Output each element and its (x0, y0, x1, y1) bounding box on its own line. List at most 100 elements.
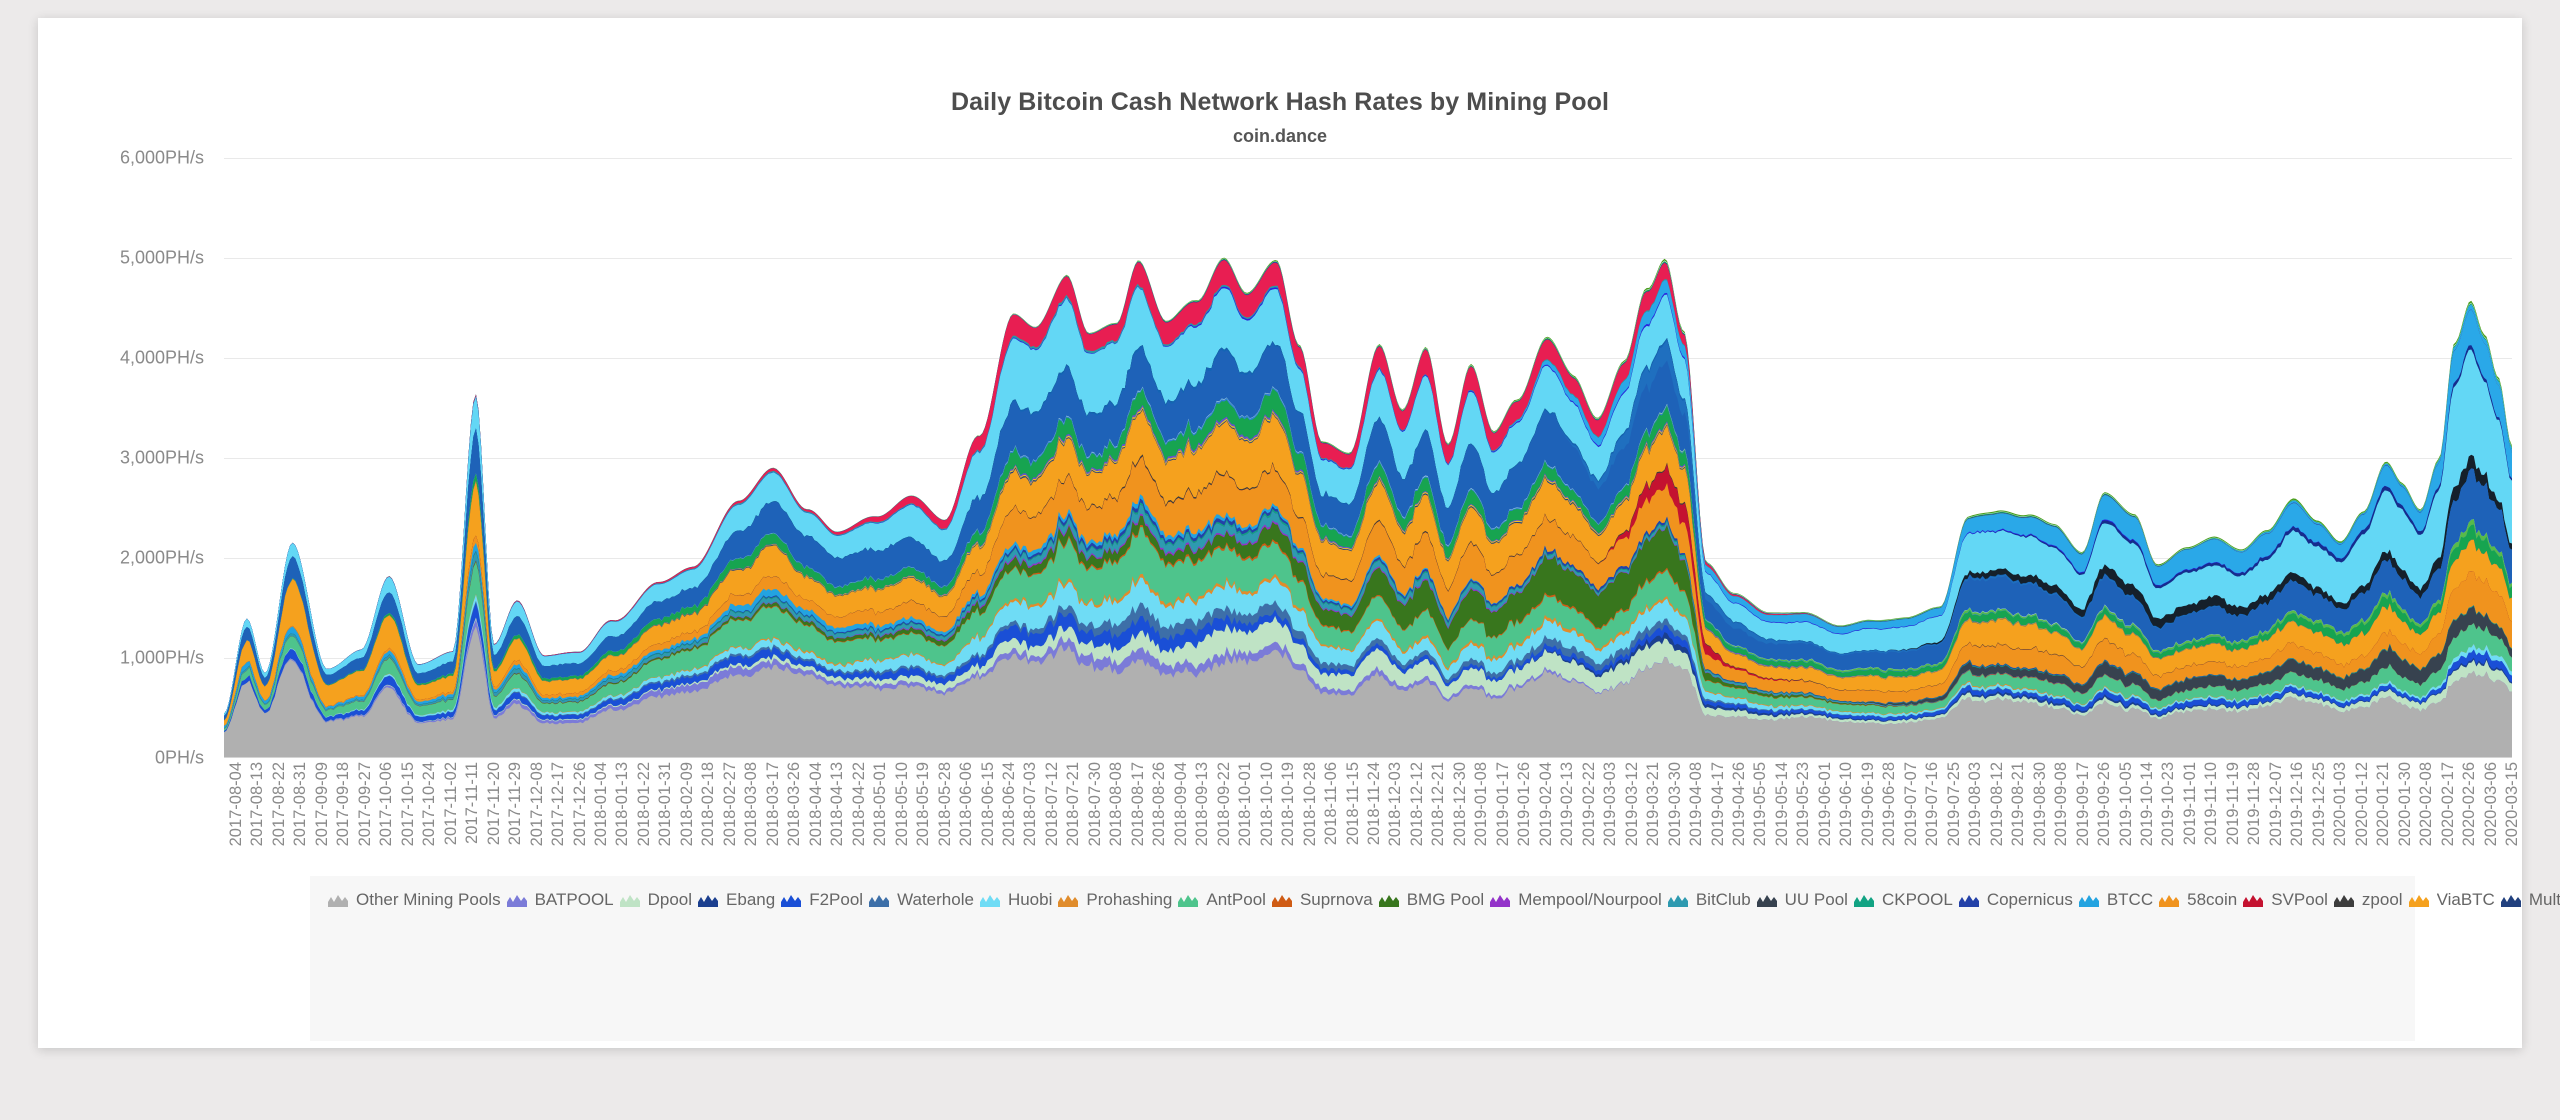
legend-item[interactable]: Prohashing (1052, 886, 1172, 914)
stacked-area-chart[interactable] (224, 158, 2512, 758)
x-axis-tick-label: 2018-12-30 (1450, 762, 1469, 847)
legend-item-label: Prohashing (1086, 890, 1173, 909)
screenshot-root: Daily Bitcoin Cash Network Hash Rates by… (0, 0, 2560, 1120)
legend-item[interactable]: Other Mining Pools (322, 886, 501, 914)
legend-item-label: SVPool (2271, 890, 2328, 909)
legend-series-icon (1958, 894, 1979, 907)
legend-series-icon (979, 894, 1000, 907)
x-axis-tick-label: 2019-06-01 (1815, 762, 1834, 847)
y-axis-tick-label: 2,000PH/s (119, 547, 204, 568)
legend-item[interactable]: BTCC (2073, 886, 2153, 914)
legend-series-icon (781, 894, 802, 907)
legend-item[interactable]: 58coin (2153, 886, 2237, 914)
x-axis-tick-label: 2018-10-19 (1279, 762, 1298, 847)
x-axis-tick-label: 2018-08-08 (1107, 762, 1126, 847)
legend-item[interactable]: Copernicus (1953, 886, 2073, 914)
x-axis-tick-label: 2019-01-17 (1493, 762, 1512, 847)
legend-item-label: Copernicus (1986, 890, 2073, 909)
x-axis-tick-label: 2019-12-16 (2288, 762, 2307, 847)
legend-series-icon (1378, 894, 1399, 907)
legend-item-label: BATPOOL (534, 890, 614, 909)
legend-item[interactable]: Ebang (692, 886, 775, 914)
legend-item[interactable]: BitClub (1662, 886, 1751, 914)
legend-item-label: Dpool (647, 890, 693, 909)
x-axis-tick-label: 2017-08-13 (248, 762, 267, 847)
legend-item[interactable]: F2Pool (775, 886, 863, 914)
legend-item[interactable]: ViaBTC (2403, 886, 2495, 914)
x-axis-tick-label: 2018-12-12 (1407, 762, 1426, 847)
x-axis-tick-label: 2019-03-30 (1665, 762, 1684, 847)
x-axis-tick-label: 2019-12-07 (2266, 762, 2285, 847)
x-axis-tick-label: 2020-01-30 (2395, 762, 2414, 847)
legend-item[interactable]: zpool (2328, 886, 2403, 914)
legend-item[interactable]: Dpool (614, 886, 692, 914)
plot-area (224, 158, 2512, 758)
x-axis-tick-label: 2019-01-26 (1515, 762, 1534, 847)
x-axis-tick-label: 2018-06-24 (999, 762, 1018, 847)
x-axis-tick-label: 2018-05-28 (935, 762, 954, 847)
legend-series-icon (506, 894, 527, 907)
legend-item-label: Mempool/Nourpool (1518, 890, 1662, 909)
y-axis-tick-label: 5,000PH/s (119, 247, 204, 268)
x-axis-tick-label: 2017-11-02 (441, 762, 460, 846)
x-axis-tick-label: 2019-08-30 (2030, 762, 2049, 847)
x-axis-tick-label: 2019-12-25 (2309, 762, 2328, 847)
x-axis-tick-label: 2018-12-03 (1386, 762, 1405, 847)
legend-item[interactable]: Mempool/Nourpool (1484, 886, 1662, 914)
x-axis-tick-label: 2019-07-16 (1923, 762, 1942, 847)
legend-series-icon (2243, 894, 2264, 907)
x-axis-tick-label: 2020-03-15 (2503, 762, 2521, 847)
x-axis-tick-label: 2017-10-24 (420, 762, 439, 847)
legend-item[interactable]: CKPOOL (1848, 886, 1953, 914)
x-axis-tick-label: 2017-12-08 (527, 762, 546, 847)
x-axis-tick-label: 2019-09-26 (2095, 762, 2114, 847)
x-axis-tick-label: 2018-03-08 (742, 762, 761, 847)
x-axis-tick-label: 2017-08-31 (291, 762, 310, 847)
legend-series-icon (1667, 894, 1688, 907)
legend-item[interactable]: AntPool (1172, 886, 1266, 914)
x-axis-tick-label: 2019-11-19 (2223, 762, 2242, 846)
x-axis-tick-label: 2019-08-12 (1987, 762, 2006, 847)
legend-item[interactable]: Huobi (974, 886, 1052, 914)
x-axis-tick-label: 2019-01-08 (1472, 762, 1491, 847)
legend-item[interactable]: Multipool.us (2495, 886, 2560, 914)
legend-item[interactable]: Suprnova (1266, 886, 1373, 914)
x-axis-tick-label: 2017-12-17 (549, 762, 568, 847)
x-axis-tick-label: 2018-02-09 (677, 762, 696, 847)
x-axis-tick-label: 2018-05-19 (914, 762, 933, 847)
x-axis-tick-label: 2018-02-18 (699, 762, 718, 847)
x-axis-tick-label: 2017-09-27 (355, 762, 374, 847)
x-axis-tick-label: 2018-09-04 (1171, 762, 1190, 847)
x-axis-tick-label: 2018-09-13 (1193, 762, 1212, 847)
legend-series-icon (2159, 894, 2180, 907)
x-axis-tick-label: 2019-10-05 (2116, 762, 2135, 847)
legend-item[interactable]: BMG Pool (1373, 886, 1484, 914)
legend-item[interactable]: SVPool (2237, 886, 2328, 914)
x-axis-tick-label: 2020-01-12 (2352, 762, 2371, 847)
x-axis-tick-label: 2019-04-08 (1687, 762, 1706, 847)
x-axis-tick-label: 2017-10-06 (377, 762, 396, 847)
x-axis-tick-label: 2018-12-21 (1429, 762, 1448, 847)
legend-item[interactable]: Waterhole (863, 886, 974, 914)
legend-series-icon (2500, 894, 2521, 907)
legend-item-label: ViaBTC (2436, 890, 2495, 909)
x-axis-tick-label: 2019-02-13 (1558, 762, 1577, 847)
x-axis-tick-label: 2020-02-17 (2438, 762, 2457, 847)
legend-item-label: Huobi (1007, 890, 1053, 909)
legend-item-label: Multipool.us (2528, 890, 2560, 909)
x-axis-tick-label: 2019-02-22 (1579, 762, 1598, 847)
x-axis-tick-label: 2017-08-04 (227, 762, 245, 847)
x-axis-tick-label: 2019-03-12 (1622, 762, 1641, 847)
legend-item-label: AntPool (1206, 890, 1266, 909)
legend-series-icon (1271, 894, 1292, 907)
x-axis-tick-label: 2019-11-01 (2180, 762, 2199, 846)
legend-item[interactable]: UU Pool (1751, 886, 1848, 914)
x-axis-tick-label: 2018-10-01 (1236, 762, 1255, 847)
legend-item-label: Suprnova (1299, 890, 1373, 909)
legend-item[interactable]: BATPOOL (501, 886, 614, 914)
legend-item-label: 58coin (2187, 890, 2238, 909)
x-axis-tick-label: 2018-01-13 (613, 762, 632, 847)
legend-item-label: zpool (2361, 890, 2403, 909)
x-axis-tick-label: 2018-03-26 (785, 762, 804, 847)
chart-card: Daily Bitcoin Cash Network Hash Rates by… (38, 18, 2560, 1048)
